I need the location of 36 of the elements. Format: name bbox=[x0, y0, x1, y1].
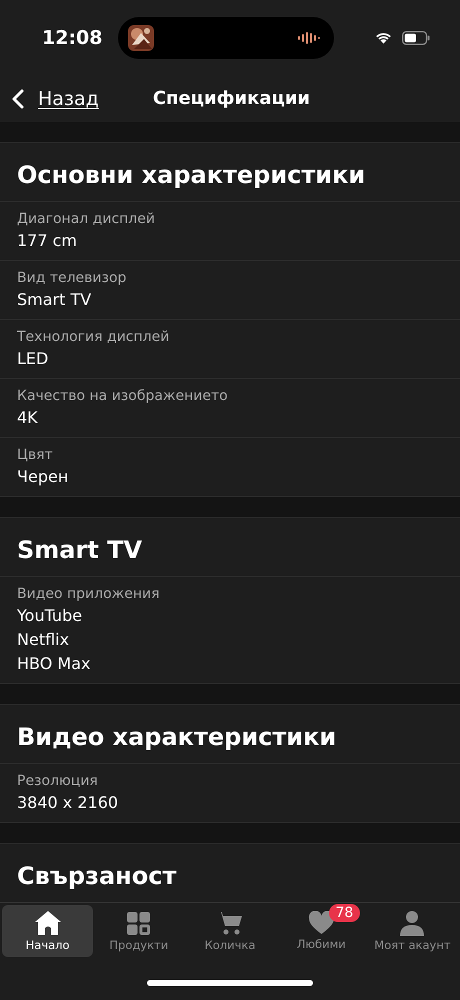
tab-button[interactable]: Продукти bbox=[93, 905, 184, 957]
count-badge: 78 bbox=[328, 904, 360, 922]
section-title: Smart TV bbox=[0, 518, 460, 577]
waveform-icon bbox=[298, 32, 322, 44]
spec-label: Диагонал дисплей bbox=[17, 210, 156, 229]
home-icon bbox=[34, 910, 62, 936]
page-title: Спецификации bbox=[152, 88, 310, 109]
spec-label: Качество на изображението bbox=[17, 387, 229, 406]
tab-button[interactable]: Любими 78 bbox=[276, 905, 367, 957]
tab-button[interactable]: Количка bbox=[184, 905, 276, 957]
grid-icon bbox=[126, 910, 152, 936]
tab-button[interactable]: Начало bbox=[2, 905, 94, 957]
spec-value: 3840 x 2160 bbox=[17, 792, 120, 814]
spec-value: LED bbox=[17, 348, 50, 370]
section-title: Основни характеристики bbox=[0, 143, 460, 202]
spec-label: Технология дисплей bbox=[17, 328, 170, 347]
spec-value: Smart TV bbox=[17, 289, 92, 311]
back-chevron-icon bbox=[12, 88, 24, 108]
person-icon bbox=[398, 910, 426, 936]
spec-label: Вид телевизор bbox=[17, 269, 128, 288]
wifi-icon bbox=[375, 31, 392, 44]
spec-value: HBO Max bbox=[17, 653, 92, 675]
spec-value: 4K bbox=[17, 407, 39, 429]
spec-label: Резолюция bbox=[17, 772, 99, 791]
heart-icon bbox=[308, 911, 335, 935]
spec-label: Видео приложения bbox=[17, 585, 161, 604]
section-title: Видео характеристики bbox=[0, 705, 460, 764]
spec-value: Черен bbox=[17, 466, 70, 488]
spec-value: 177 cm bbox=[17, 230, 78, 252]
spec-value: Netflix bbox=[17, 629, 70, 651]
status-time: 12:08 bbox=[42, 26, 104, 48]
spec-value: YouTube bbox=[17, 605, 84, 627]
back-link[interactable]: Назад bbox=[12, 88, 99, 110]
spec-label: Цвят bbox=[17, 446, 54, 465]
battery-icon bbox=[402, 30, 430, 44]
tab-button[interactable]: Моят акаунт bbox=[366, 905, 458, 957]
